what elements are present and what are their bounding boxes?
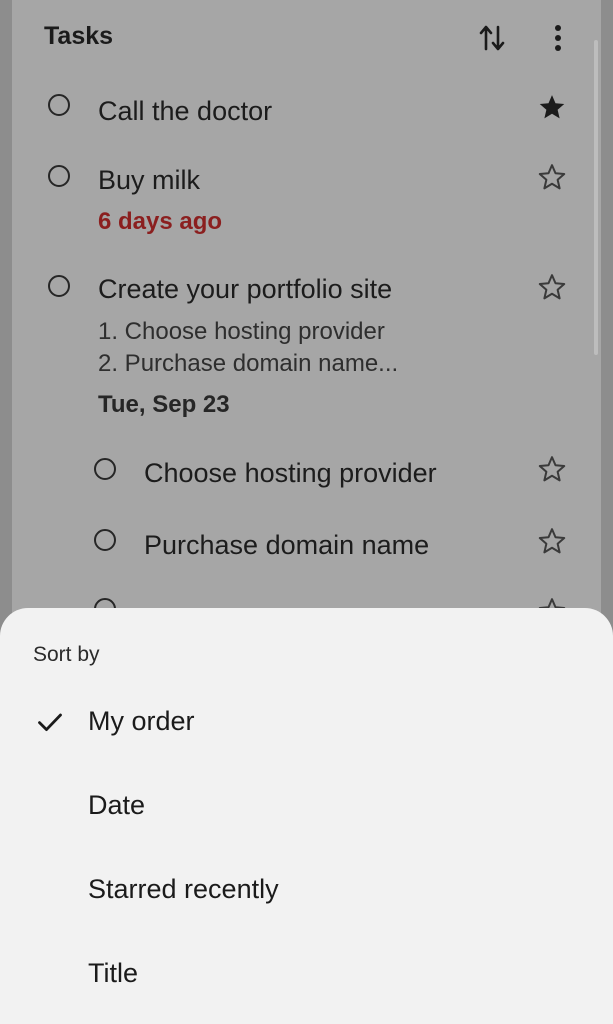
- star-filled-icon[interactable]: [537, 92, 567, 122]
- sheet-heading: Sort by: [33, 643, 100, 666]
- sort-option-my-order[interactable]: My order: [0, 684, 613, 760]
- task-notes-line: 2. Purchase domain name...: [98, 350, 399, 377]
- task-title: Call the doctor: [98, 96, 273, 126]
- sort-button[interactable]: [472, 18, 512, 58]
- sort-option-label: Title: [88, 958, 139, 988]
- subtask-title: Choose hosting provider: [144, 458, 437, 488]
- task-item[interactable]: Call the doctor: [12, 80, 601, 140]
- subtask-title: Purchase domain name: [144, 530, 430, 560]
- sort-option-date[interactable]: Date: [0, 768, 613, 844]
- sort-arrows-icon: [479, 25, 505, 51]
- due-date-overdue: 6 days ago: [98, 208, 223, 235]
- task-notes-line: 1. Choose hosting provider: [98, 318, 385, 345]
- complete-checkbox[interactable]: [94, 458, 116, 480]
- sort-option-starred-recently[interactable]: Starred recently: [0, 852, 613, 928]
- task-title: Buy milk: [98, 165, 201, 195]
- task-item[interactable]: Buy milk 6 days ago: [12, 150, 601, 250]
- star-outline-icon[interactable]: [537, 162, 567, 192]
- task-title: Create your portfolio site: [98, 274, 393, 304]
- due-date: Tue, Sep 23: [98, 391, 230, 418]
- sort-option-label: Date: [88, 790, 146, 820]
- star-outline-icon[interactable]: [537, 454, 567, 484]
- subtask-item[interactable]: Choose hosting provider: [12, 440, 601, 504]
- list-title: Tasks: [44, 22, 114, 50]
- checkmark-icon: [38, 713, 62, 731]
- sort-option-label: Starred recently: [88, 874, 279, 904]
- complete-checkbox[interactable]: [48, 165, 70, 187]
- star-outline-icon[interactable]: [537, 272, 567, 302]
- task-item[interactable]: Create your portfolio site 1. Choose hos…: [12, 260, 601, 430]
- sort-option-label: My order: [88, 706, 195, 736]
- complete-checkbox[interactable]: [94, 529, 116, 551]
- task-list-card: Tasks Call the doctor Buy milk 6 days ag…: [12, 0, 601, 700]
- subtask-item[interactable]: Purchase domain name: [12, 512, 601, 576]
- sort-bottom-sheet: Sort by My order Date Starred recently T…: [0, 608, 613, 1024]
- complete-checkbox[interactable]: [48, 275, 70, 297]
- more-vert-icon: [555, 25, 561, 51]
- star-outline-icon[interactable]: [537, 526, 567, 556]
- complete-checkbox[interactable]: [48, 94, 70, 116]
- sort-option-title[interactable]: Title: [0, 936, 613, 1012]
- more-options-button[interactable]: [538, 18, 578, 58]
